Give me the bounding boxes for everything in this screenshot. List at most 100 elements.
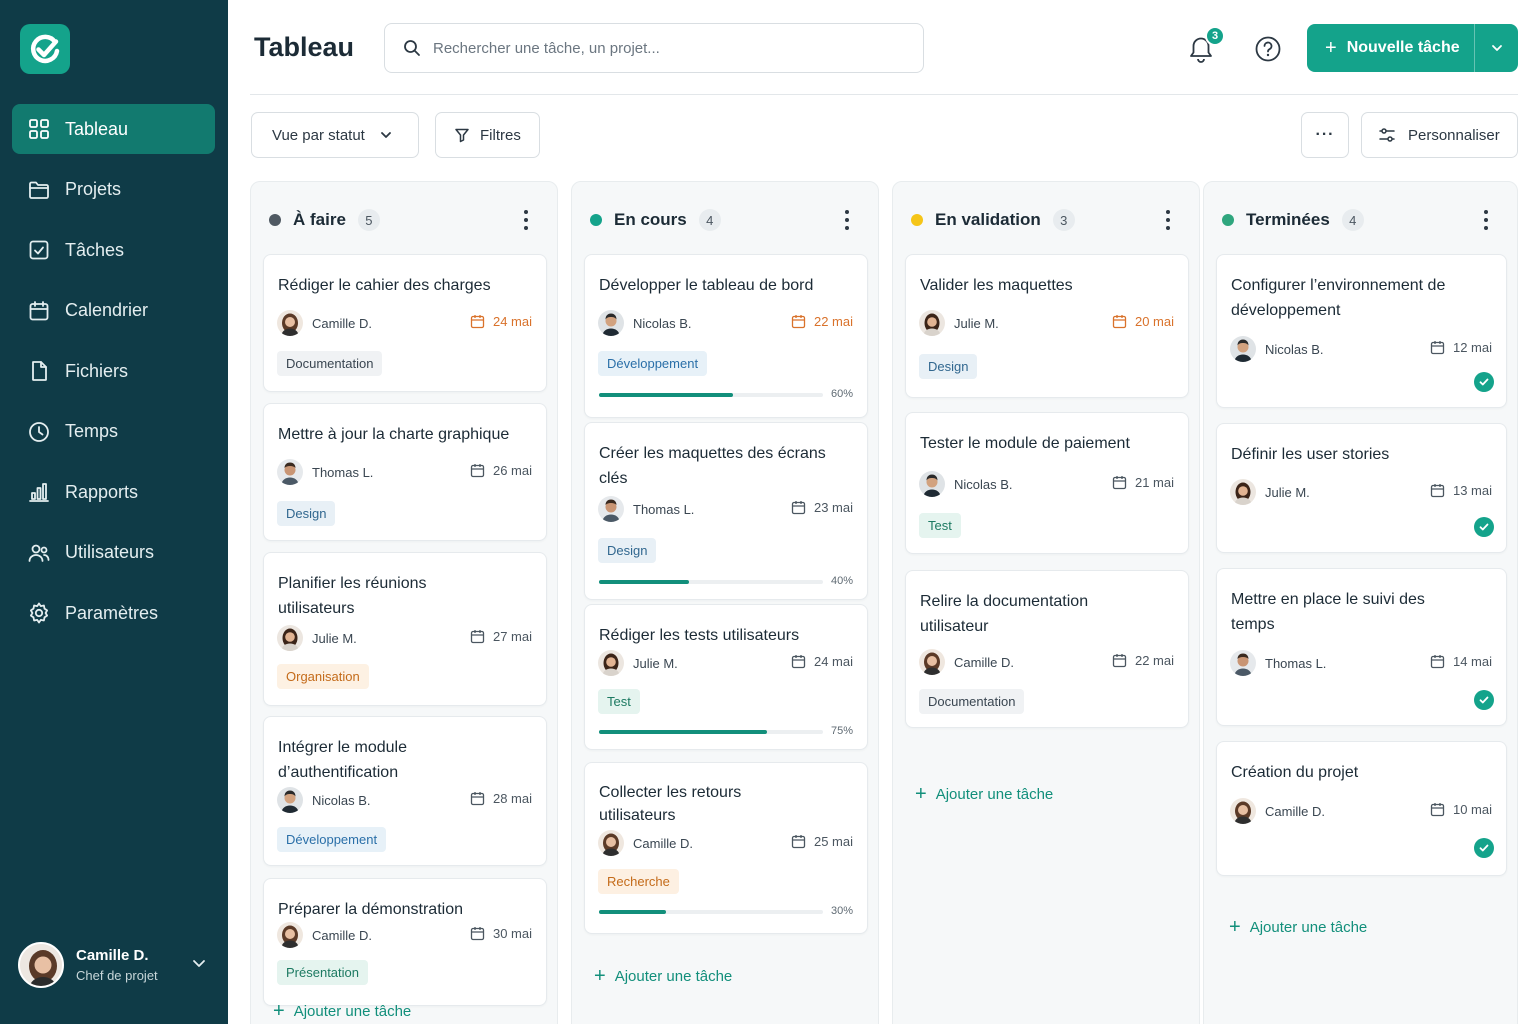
status-dot	[590, 214, 602, 226]
task-card[interactable]: Créer les maquettes des écrans clés Thom…	[584, 422, 868, 600]
task-meta: Julie M. 20 mai	[919, 310, 1174, 336]
user-menu[interactable]: Camille D. Chef de projet	[18, 938, 213, 992]
sidebar-item-projets[interactable]: Projets	[12, 165, 215, 215]
add-task-label: Ajouter une tâche	[935, 786, 1054, 803]
help-icon[interactable]	[1254, 35, 1282, 63]
task-assignee: Julie M.	[633, 655, 678, 671]
task-card[interactable]: Préparer la démonstration Camille D. 30 …	[263, 878, 547, 1006]
task-due-date: 20 mai	[1112, 314, 1174, 329]
task-title: Création du projet	[1231, 764, 1359, 781]
progress-label: 60%	[830, 388, 853, 400]
filter-label: Filtres	[480, 126, 521, 144]
task-tag: Organisation	[277, 664, 369, 689]
status-dot	[911, 214, 923, 226]
task-assignee: Nicolas B.	[633, 315, 692, 331]
task-tag: Documentation	[277, 351, 383, 376]
avatar	[1230, 479, 1256, 505]
task-card[interactable]: Planifier les réunions utilisateurs Juli…	[263, 552, 547, 706]
sidebar-item-taches[interactable]: Tâches	[12, 225, 215, 275]
search-bar[interactable]	[384, 23, 924, 73]
calendar-icon	[26, 298, 52, 324]
app-logo[interactable]	[20, 24, 70, 74]
add-task-button[interactable]: + Ajouter une tâche	[1229, 916, 1367, 939]
task-meta: Nicolas B. 21 mai	[919, 471, 1174, 497]
filter-button[interactable]: Filtres	[435, 112, 540, 158]
task-title: Planifier les réunions utilisateurs	[278, 575, 427, 617]
sidebar-item-tableau[interactable]: Tableau	[12, 104, 215, 154]
task-due-date: 27 mai	[470, 629, 532, 644]
progress-bar: 60%	[599, 388, 853, 401]
add-task-button[interactable]: + Ajouter une tâche	[915, 783, 1053, 806]
sidebar-item-temps[interactable]: Temps	[12, 407, 215, 457]
more-options-button[interactable]: ···	[1301, 112, 1349, 158]
task-card[interactable]: Relire la documentation utilisateur Cami…	[905, 570, 1189, 728]
task-card[interactable]: Définir les user stories Julie M. 13 mai	[1216, 423, 1507, 553]
task-due-date: 13 mai	[1430, 483, 1492, 498]
sidebar-item-calendrier[interactable]: Calendrier	[12, 286, 215, 336]
task-card[interactable]: Mettre à jour la charte graphique Thomas…	[263, 403, 547, 541]
task-meta: Nicolas B. 12 mai	[1230, 336, 1492, 362]
task-card[interactable]: Intégrer le module d’authentification Ni…	[263, 716, 547, 866]
task-title: Tester le module de paiement	[920, 435, 1130, 452]
chevron-down-icon	[380, 132, 391, 138]
task-tag: Développement	[598, 351, 708, 376]
task-card[interactable]: Collecter les retours utilisateurs Camil…	[584, 762, 868, 934]
task-card[interactable]: Rédiger les tests utilisateurs Julie M. …	[584, 604, 868, 750]
task-due-date: 24 mai	[470, 314, 532, 329]
task-title: Rédiger les tests utilisateurs	[599, 627, 800, 644]
task-card[interactable]: Développer le tableau de bord Nicolas B.…	[584, 254, 868, 418]
task-meta: Camille D. 24 mai	[277, 310, 532, 336]
task-card[interactable]: Valider les maquettes Julie M. 20 mai De…	[905, 254, 1189, 398]
task-due-date: 30 mai	[470, 926, 532, 941]
calendar-icon	[791, 835, 806, 849]
calendar-icon	[1430, 484, 1445, 498]
calendar-icon	[791, 655, 806, 669]
column-menu-icon[interactable]	[517, 210, 535, 230]
task-assignee: Camille D.	[312, 315, 372, 331]
sidebar-item-label: Rapports	[65, 481, 139, 502]
column-header: En cours 4	[590, 208, 864, 232]
column-menu-icon[interactable]	[1477, 210, 1495, 230]
avatar	[598, 830, 624, 856]
calendar-icon	[1430, 655, 1445, 669]
task-card[interactable]: Configurer l’environnement de développem…	[1216, 254, 1507, 408]
column-menu-icon[interactable]	[1159, 210, 1177, 230]
task-tag: Design	[598, 538, 657, 563]
view-selector[interactable]: Vue par statut	[251, 112, 419, 158]
task-tag: Design	[919, 354, 978, 379]
add-task-label: Ajouter une tâche	[614, 968, 733, 985]
task-card[interactable]: Mettre en place le suivi des temps Thoma…	[1216, 568, 1507, 726]
users-icon	[26, 540, 52, 566]
progress-bar: 30%	[599, 905, 853, 918]
task-tag: Documentation	[919, 689, 1025, 714]
new-task-dropdown[interactable]	[1474, 24, 1518, 72]
task-due-date: 12 mai	[1430, 340, 1492, 355]
column-count: 3	[1052, 209, 1075, 231]
task-card[interactable]: Rédiger le cahier des charges Camille D.…	[263, 254, 547, 392]
task-assignee: Nicolas B.	[1265, 341, 1324, 357]
add-task-button[interactable]: + Ajouter une tâche	[594, 965, 732, 988]
task-card[interactable]: Tester le module de paiement Nicolas B. …	[905, 412, 1189, 554]
search-input[interactable]	[433, 39, 893, 57]
sidebar-item-utilisateurs[interactable]: Utilisateurs	[12, 528, 215, 578]
plus-icon: +	[915, 783, 927, 805]
task-due-date: 28 mai	[470, 791, 532, 806]
sidebar-item-rapports[interactable]: Rapports	[12, 467, 215, 517]
add-task-button[interactable]: + Ajouter une tâche	[273, 1000, 411, 1023]
column-validation: En validation 3 Valider les maquettes Ju…	[892, 181, 1200, 1024]
task-title: Définir les user stories	[1231, 446, 1390, 463]
new-task-main[interactable]: + Nouvelle tâche	[1307, 24, 1474, 72]
file-icon	[26, 358, 52, 384]
chevron-down-icon	[1491, 45, 1502, 51]
sidebar-item-label: Tâches	[65, 239, 125, 260]
column-count: 4	[1341, 209, 1364, 231]
customize-button[interactable]: Personnaliser	[1361, 112, 1518, 158]
bar-chart-icon	[26, 479, 52, 505]
sidebar-item-fichiers[interactable]: Fichiers	[12, 346, 215, 396]
new-task-button[interactable]: + Nouvelle tâche	[1307, 24, 1518, 72]
sidebar-item-parametres[interactable]: Paramètres	[12, 588, 215, 638]
status-dot	[1222, 214, 1234, 226]
task-card[interactable]: Création du projet Camille D. 10 mai	[1216, 741, 1507, 876]
column-menu-icon[interactable]	[838, 210, 856, 230]
notifications-button[interactable]: 3	[1186, 26, 1225, 67]
